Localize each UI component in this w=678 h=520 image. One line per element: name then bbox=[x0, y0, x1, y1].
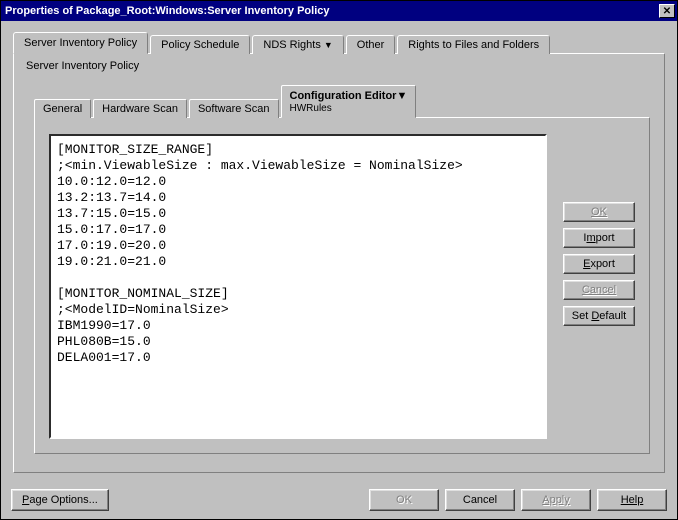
tab-label: Rights to Files and Folders bbox=[408, 39, 539, 51]
properties-dialog: Properties of Package_Root:Windows:Serve… bbox=[0, 0, 678, 520]
top-tab-page: Server Inventory Policy General Hardware… bbox=[13, 53, 665, 473]
help-button[interactable]: Help bbox=[597, 489, 667, 511]
inner-tab-software-scan[interactable]: Software Scan bbox=[189, 99, 279, 118]
set-default-button[interactable]: Set Default bbox=[563, 306, 635, 326]
button-label: Cancel bbox=[463, 494, 497, 506]
button-label: Set Default bbox=[572, 310, 626, 322]
side-button-column: OK Import Export Cancel Set Default bbox=[563, 134, 635, 439]
tab-subtitle: Server Inventory Policy bbox=[22, 58, 656, 80]
inner-ok-button[interactable]: OK bbox=[563, 202, 635, 222]
button-label: Cancel bbox=[582, 284, 616, 296]
tab-label: NDS Rights bbox=[263, 39, 320, 51]
tab-label: Server Inventory Policy bbox=[24, 37, 137, 49]
inner-tab-general[interactable]: General bbox=[34, 99, 91, 118]
tab-nds-rights[interactable]: NDS Rights ▼ bbox=[252, 35, 343, 54]
window-title: Properties of Package_Root:Windows:Serve… bbox=[5, 5, 330, 17]
inner-tab-configuration-editor[interactable]: Configuration Editor▼ HWRules bbox=[281, 85, 417, 118]
inner-cancel-button[interactable]: Cancel bbox=[563, 280, 635, 300]
tab-label: Software Scan bbox=[198, 103, 270, 115]
config-text-editor[interactable]: [MONITOR_SIZE_RANGE] ;<min.ViewableSize … bbox=[49, 134, 547, 439]
tab-label: Configuration Editor bbox=[290, 90, 397, 102]
titlebar: Properties of Package_Root:Windows:Serve… bbox=[1, 1, 677, 21]
tab-policy-schedule[interactable]: Policy Schedule bbox=[150, 35, 250, 54]
tab-label: Other bbox=[357, 39, 385, 51]
chevron-down-icon: ▼ bbox=[396, 90, 407, 102]
inner-tabstrip: General Hardware Scan Software Scan Conf… bbox=[34, 84, 650, 117]
button-label: Help bbox=[621, 494, 644, 506]
tab-label: Hardware Scan bbox=[102, 103, 178, 115]
configuration-editor-page: [MONITOR_SIZE_RANGE] ;<min.ViewableSize … bbox=[34, 117, 650, 454]
inner-area: General Hardware Scan Software Scan Conf… bbox=[22, 80, 656, 460]
ok-button[interactable]: OK bbox=[369, 489, 439, 511]
close-icon[interactable]: ✕ bbox=[659, 4, 675, 18]
tab-server-inventory-policy[interactable]: Server Inventory Policy bbox=[13, 32, 148, 54]
button-label: OK bbox=[396, 494, 412, 506]
dialog-content: Server Inventory Policy Policy Schedule … bbox=[1, 21, 677, 483]
button-label: OK bbox=[591, 206, 607, 218]
cancel-button[interactable]: Cancel bbox=[445, 489, 515, 511]
tab-other[interactable]: Other bbox=[346, 35, 396, 54]
inner-tab-hardware-scan[interactable]: Hardware Scan bbox=[93, 99, 187, 118]
dialog-footer: Page Options... OK Cancel Apply Help bbox=[1, 483, 677, 519]
button-label: Import bbox=[583, 232, 614, 244]
page-options-button[interactable]: Page Options... bbox=[11, 489, 109, 511]
tab-sublabel: HWRules bbox=[290, 102, 408, 114]
button-label: Export bbox=[583, 258, 615, 270]
tab-rights-files-folders[interactable]: Rights to Files and Folders bbox=[397, 35, 550, 54]
button-label: Apply bbox=[542, 494, 570, 506]
import-button[interactable]: Import bbox=[563, 228, 635, 248]
apply-button[interactable]: Apply bbox=[521, 489, 591, 511]
tab-label: General bbox=[43, 103, 82, 115]
button-label: Page Options... bbox=[22, 494, 98, 506]
tab-label: Policy Schedule bbox=[161, 39, 239, 51]
export-button[interactable]: Export bbox=[563, 254, 635, 274]
chevron-down-icon: ▼ bbox=[324, 40, 333, 50]
top-tabstrip: Server Inventory Policy Policy Schedule … bbox=[13, 31, 665, 53]
